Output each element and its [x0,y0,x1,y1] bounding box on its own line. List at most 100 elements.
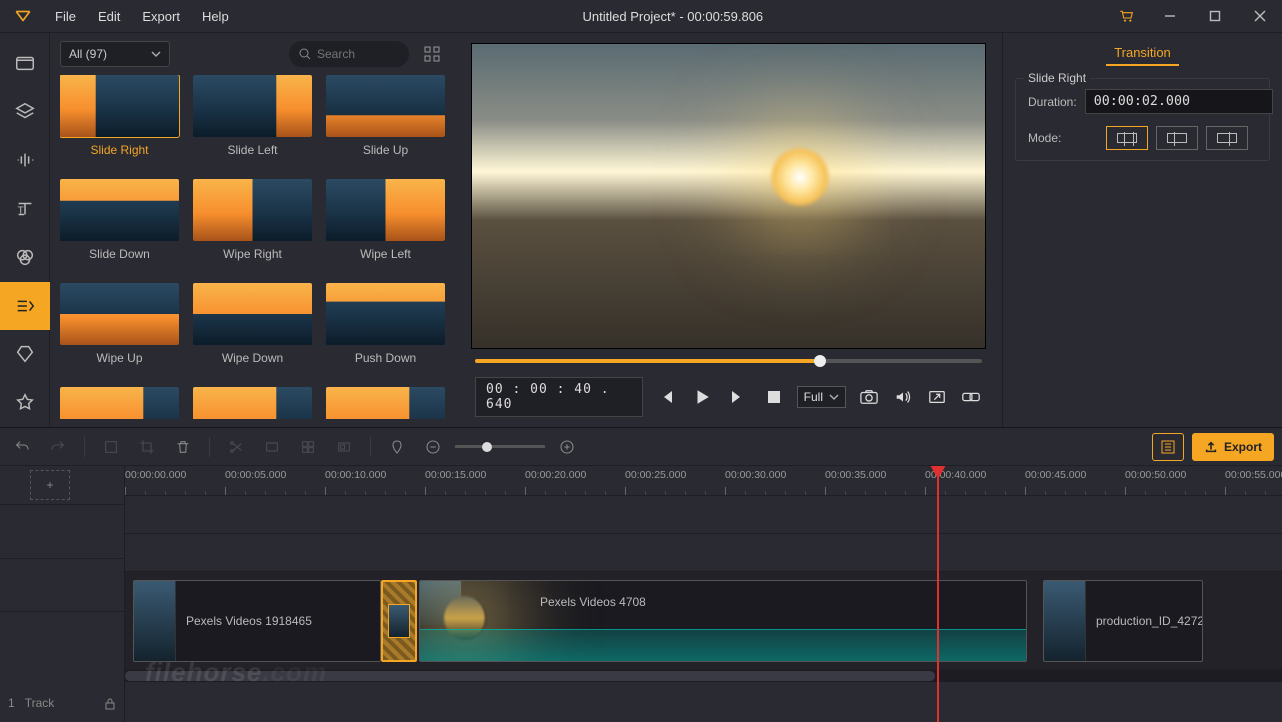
mode-suffix-button[interactable] [1206,126,1248,150]
transition-item[interactable]: Slide Up [326,75,445,175]
transition-item[interactable]: Push Down [326,283,445,383]
spacer-row [0,504,124,558]
menu-edit[interactable]: Edit [88,4,130,29]
preview-quality-select[interactable]: Full [797,386,846,408]
grid-view-toggle[interactable] [419,41,445,67]
timeline-ruler[interactable]: 00:00:00.00000:00:05.00000:00:10.00000:0… [125,466,1282,496]
ruler-label: 00:00:10.000 [325,469,386,481]
svg-text:T: T [17,205,23,216]
transition-item[interactable] [326,387,445,419]
sidebar-item-transitions[interactable] [0,282,50,331]
scrollbar-thumb[interactable] [125,671,935,681]
auto-reframe-button[interactable] [1152,433,1184,461]
transition-item[interactable]: Wipe Up [60,283,179,383]
track-header[interactable]: 1 Track [0,611,124,722]
menu-help[interactable]: Help [192,4,239,29]
volume-button[interactable] [892,386,914,408]
video-track[interactable]: Pexels Videos 1918465 Pexels Videos 4708p… [125,572,1282,670]
timeline-scrollbar[interactable] [125,670,1282,682]
menu-file[interactable]: File [45,4,86,29]
ruler-label: 00:00:55.000 [1225,469,1282,481]
mode-prefix-button[interactable] [1156,126,1198,150]
transition-item[interactable]: Wipe Down [193,283,312,383]
clip-name: Pexels Videos 1918465 [176,614,322,628]
preview-scrubber[interactable] [471,359,986,363]
preview-canvas[interactable] [471,43,986,349]
cart-icon[interactable] [1107,9,1147,23]
transition-item[interactable]: Wipe Left [326,179,445,279]
add-track-button[interactable]: + [30,470,70,500]
transition-item[interactable] [193,387,312,419]
sidebar-item-elements[interactable] [0,330,50,379]
stop-button[interactable] [763,386,785,408]
mode-overlap-button[interactable] [1106,126,1148,150]
close-button[interactable] [1237,0,1282,33]
sidebar-item-audio[interactable] [0,136,50,185]
minimize-button[interactable] [1147,0,1192,33]
transition-thumb [193,179,312,241]
split-button [222,433,250,461]
sidebar-item-media[interactable] [0,39,50,88]
transition-item[interactable]: Slide Right [60,75,179,175]
maximize-button[interactable] [1192,0,1237,33]
transition-item[interactable] [60,387,179,419]
transition-thumb [193,283,312,345]
delete-button[interactable] [169,433,197,461]
sidebar-item-favorites[interactable] [0,379,50,428]
transition-item[interactable]: Wipe Right [193,179,312,279]
transitions-search-input[interactable] [317,47,397,61]
loop-button[interactable] [960,386,982,408]
transition-thumb [193,387,312,419]
timeline-transition[interactable] [381,580,417,662]
timeline-clip[interactable]: Pexels Videos 1918465 [133,580,381,662]
scrub-track[interactable] [475,359,982,363]
transition-thumb [326,75,445,137]
timeline-tracks[interactable]: 00:00:00.00000:00:05.00000:00:10.00000:0… [125,466,1282,722]
zoom-handle[interactable] [482,442,492,452]
transition-label: Wipe Left [360,247,411,261]
duration-input[interactable] [1085,89,1273,114]
main-area: T All (97) Slide RightSlide LeftSlide Up… [0,33,1282,427]
sidebar-item-filters[interactable] [0,233,50,282]
next-frame-button[interactable] [727,386,749,408]
ruler-label: 00:00:05.000 [225,469,286,481]
spacer-row [0,558,124,612]
transition-tab[interactable]: Transition [1106,41,1179,66]
transition-item[interactable]: Slide Left [193,75,312,175]
preview-time-display: 00 : 00 : 40 . 640 [475,377,643,417]
empty-track[interactable] [125,496,1282,534]
timeline-clip[interactable]: Pexels Videos 4708 [419,580,1027,662]
playhead[interactable] [937,466,939,722]
marker-button[interactable] [383,433,411,461]
sidebar-item-layers[interactable] [0,88,50,137]
play-button[interactable] [691,386,713,408]
lock-icon[interactable] [104,698,116,710]
preview-panel: 00 : 00 : 40 . 640 Full [455,33,1002,427]
empty-track[interactable] [125,534,1282,572]
scrub-fill [475,359,820,363]
export-button[interactable]: Export [1192,433,1274,461]
menubar: File Edit Export Help [45,4,239,29]
undo-button[interactable] [8,433,36,461]
preview-image [770,147,830,207]
zoom-slider[interactable] [455,445,545,448]
sidebar-item-text[interactable]: T [0,185,50,234]
transition-item[interactable]: Slide Down [60,179,179,279]
timeline-clip[interactable]: production_ID_4272655 [1043,580,1203,662]
zoom-out-button[interactable] [419,433,447,461]
transitions-filter-dropdown[interactable]: All (97) [60,41,170,67]
scrub-handle[interactable] [814,355,826,367]
ruler-label: 00:00:25.000 [625,469,686,481]
transition-thumb [60,283,179,345]
transitions-panel-header: All (97) [60,41,445,67]
snapshot-button[interactable] [858,386,880,408]
menu-export[interactable]: Export [132,4,190,29]
detach-preview-button[interactable] [926,386,948,408]
transition-name-label: Slide Right [1024,71,1090,85]
search-icon [299,48,311,60]
timeline-toolbar: Export [0,428,1282,466]
zoom-in-button[interactable] [553,433,581,461]
prev-frame-button[interactable] [655,386,677,408]
transitions-search[interactable] [289,41,409,67]
preview-quality-label: Full [804,390,823,404]
